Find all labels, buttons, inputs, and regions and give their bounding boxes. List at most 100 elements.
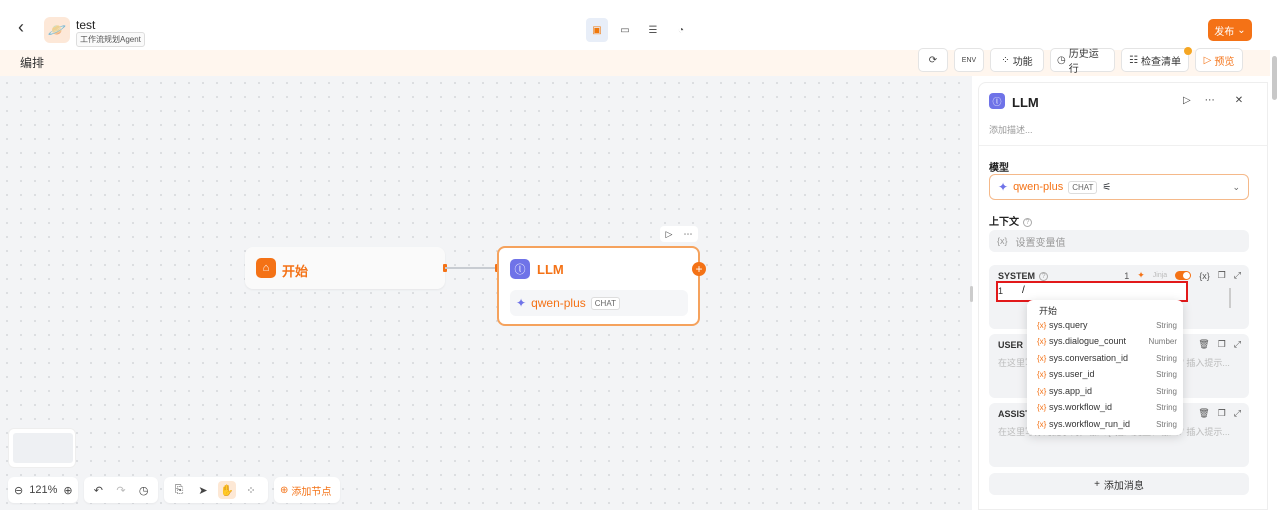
- copy-icon[interactable]: ❐: [1218, 339, 1226, 350]
- start-node[interactable]: ⌂ 开始: [245, 247, 445, 289]
- model-name: qwen-plus: [531, 296, 586, 310]
- feature-button[interactable]: ⁘ 功能: [990, 48, 1044, 72]
- system-tools: 1 ✦ Jinja {x} ❐ ⤢: [1124, 270, 1241, 281]
- terminal-view-icon[interactable]: ▭: [614, 18, 636, 42]
- model-select[interactable]: ✦ qwen-plus CHAT ⚟ ⌄: [989, 174, 1249, 200]
- delete-icon[interactable]: 🗑: [1198, 339, 1209, 350]
- app-name: test: [76, 18, 96, 32]
- variable-icon: {x}: [1037, 419, 1047, 429]
- zoom-level[interactable]: 121%: [29, 484, 57, 496]
- history-icon: ◷: [1057, 54, 1066, 66]
- preview-button[interactable]: ▷ 预览: [1195, 48, 1243, 72]
- redo-icon[interactable]: ↷: [113, 481, 130, 499]
- more-icon[interactable]: ⋯: [1205, 95, 1215, 106]
- pointer-icon[interactable]: ➤: [194, 481, 212, 499]
- dropdown-item[interactable]: {x} sys.user_id String: [1037, 366, 1177, 382]
- user-tools: 🗑 ❐ ⤢: [1198, 339, 1241, 350]
- jinja-toggle[interactable]: [1175, 271, 1192, 280]
- play-icon: ▷: [1203, 54, 1212, 66]
- app-tag: 工作流规划Agent: [76, 32, 145, 47]
- expand-icon[interactable]: ⤢: [1234, 339, 1241, 350]
- workflow-view-icon[interactable]: ▣: [586, 18, 608, 42]
- run-icon[interactable]: ▷: [1183, 95, 1191, 106]
- home-icon: ⌂: [256, 258, 276, 278]
- history-controls: ↶ ↷ ◷: [84, 477, 158, 503]
- copy-icon[interactable]: ❐: [1218, 270, 1226, 281]
- dropdown-item[interactable]: {x} sys.app_id String: [1037, 383, 1177, 399]
- variable-icon[interactable]: {x}: [1199, 271, 1210, 281]
- settings-sliders-icon[interactable]: ⚟: [1102, 182, 1111, 193]
- variable-icon: {x}: [1037, 386, 1047, 396]
- add-node-button[interactable]: ⊕ 添加节点: [274, 477, 340, 503]
- hand-icon[interactable]: ✋: [218, 481, 236, 499]
- zoom-out-icon[interactable]: ⊖: [14, 481, 23, 499]
- delete-icon[interactable]: 🗑: [1198, 408, 1209, 419]
- page-title: 编排: [20, 56, 45, 70]
- workflow-canvas[interactable]: [0, 76, 972, 510]
- qwen-logo-icon: ✦: [998, 180, 1009, 194]
- system-label: SYSTEM?: [998, 271, 1049, 282]
- model-label: 模型: [989, 163, 1009, 174]
- history-button[interactable]: ◷ 历史运行: [1050, 48, 1115, 75]
- chevron-down-icon: ⌄: [1232, 181, 1240, 192]
- help-icon: ?: [1039, 272, 1049, 282]
- more-icon[interactable]: ⋯: [683, 229, 692, 240]
- sync-icon: ⟳: [928, 54, 938, 66]
- llm-node[interactable]: ⓛ LLM ✦ qwen-plus CHAT: [497, 246, 700, 326]
- context-variable-input[interactable]: {x} 设置变量值: [989, 230, 1249, 252]
- minimap[interactable]: [8, 428, 76, 468]
- assistant-tools: 🗑 ❐ ⤢: [1198, 408, 1241, 419]
- sparkle-icon[interactable]: ✦: [1137, 270, 1145, 281]
- jinja-label: Jinja: [1152, 272, 1168, 279]
- copy-icon[interactable]: ❐: [1218, 408, 1226, 419]
- dropdown-group-title: 开始: [1039, 306, 1058, 316]
- chevron-down-icon: ⌄: [1237, 24, 1246, 36]
- dropdown-item[interactable]: {x} sys.workflow_run_id String: [1037, 416, 1177, 432]
- model-pill: ✦ qwen-plus CHAT: [510, 290, 688, 316]
- sync-button[interactable]: ⟳: [918, 48, 948, 72]
- dropdown-item[interactable]: {x} sys.workflow_id String: [1037, 399, 1177, 415]
- expand-icon[interactable]: ⤢: [1234, 408, 1241, 419]
- history-icon[interactable]: ◷: [135, 481, 152, 499]
- checklist-button[interactable]: ☷ 检查清单: [1121, 48, 1189, 72]
- variable-icon: {x}: [1037, 353, 1047, 363]
- env-button[interactable]: ENV: [954, 48, 984, 72]
- panel-title: LLM: [1012, 95, 1039, 110]
- zoom-in-icon[interactable]: ⊕: [63, 481, 72, 499]
- run-node-icon[interactable]: ▷: [666, 229, 673, 240]
- qwen-logo-icon: ✦: [516, 296, 527, 310]
- note-icon[interactable]: ⎘: [170, 481, 188, 499]
- editor-scrollbar[interactable]: [1229, 288, 1231, 308]
- close-icon[interactable]: ✕: [1235, 95, 1243, 106]
- publish-button[interactable]: 发布 ⌄: [1208, 19, 1252, 41]
- description-input[interactable]: 添加描述...: [989, 123, 1033, 136]
- variable-icon: {x}: [1037, 336, 1047, 346]
- panel-resizer[interactable]: [970, 286, 973, 302]
- organize-icon[interactable]: ⁘: [242, 481, 260, 499]
- env-icon: ENV: [961, 56, 977, 64]
- line-number: 1: [998, 286, 1004, 296]
- undo-icon[interactable]: ↶: [90, 481, 107, 499]
- monitor-view-icon[interactable]: ◔: [670, 18, 692, 42]
- model-tag: CHAT: [590, 296, 620, 310]
- checklist-icon: ☷: [1129, 54, 1138, 66]
- app-avatar: 🪐: [44, 17, 70, 43]
- add-message-button[interactable]: + 添加消息: [989, 473, 1249, 495]
- editor-content: /: [1022, 285, 1025, 296]
- variable-icon: {x}: [1037, 402, 1047, 412]
- variable-dropdown: 开始 {x} sys.query String {x} sys.dialogue_co…: [1027, 300, 1183, 435]
- add-next-node-icon[interactable]: +: [692, 262, 706, 276]
- view-tabs: ▣ ▭ ☰ ◔: [586, 18, 692, 42]
- dropdown-item[interactable]: {x} sys.query String: [1037, 317, 1177, 333]
- node-actions: ▷ ⋯: [660, 226, 698, 242]
- start-node-title: 开始: [282, 264, 309, 279]
- back-arrow-icon[interactable]: ‹: [18, 18, 24, 36]
- zoom-controls: ⊖ 121% ⊕: [8, 477, 78, 503]
- dropdown-item[interactable]: {x} sys.conversation_id String: [1037, 350, 1177, 366]
- canvas-tools: ⎘ ➤ ✋ ⁘: [164, 477, 268, 503]
- dropdown-item[interactable]: {x} sys.dialogue_count Number: [1037, 333, 1177, 349]
- variable-icon: {x}: [997, 236, 1008, 246]
- expand-icon[interactable]: ⤢: [1234, 270, 1241, 281]
- log-view-icon[interactable]: ☰: [642, 18, 664, 42]
- page-scrollbar[interactable]: [1272, 56, 1277, 100]
